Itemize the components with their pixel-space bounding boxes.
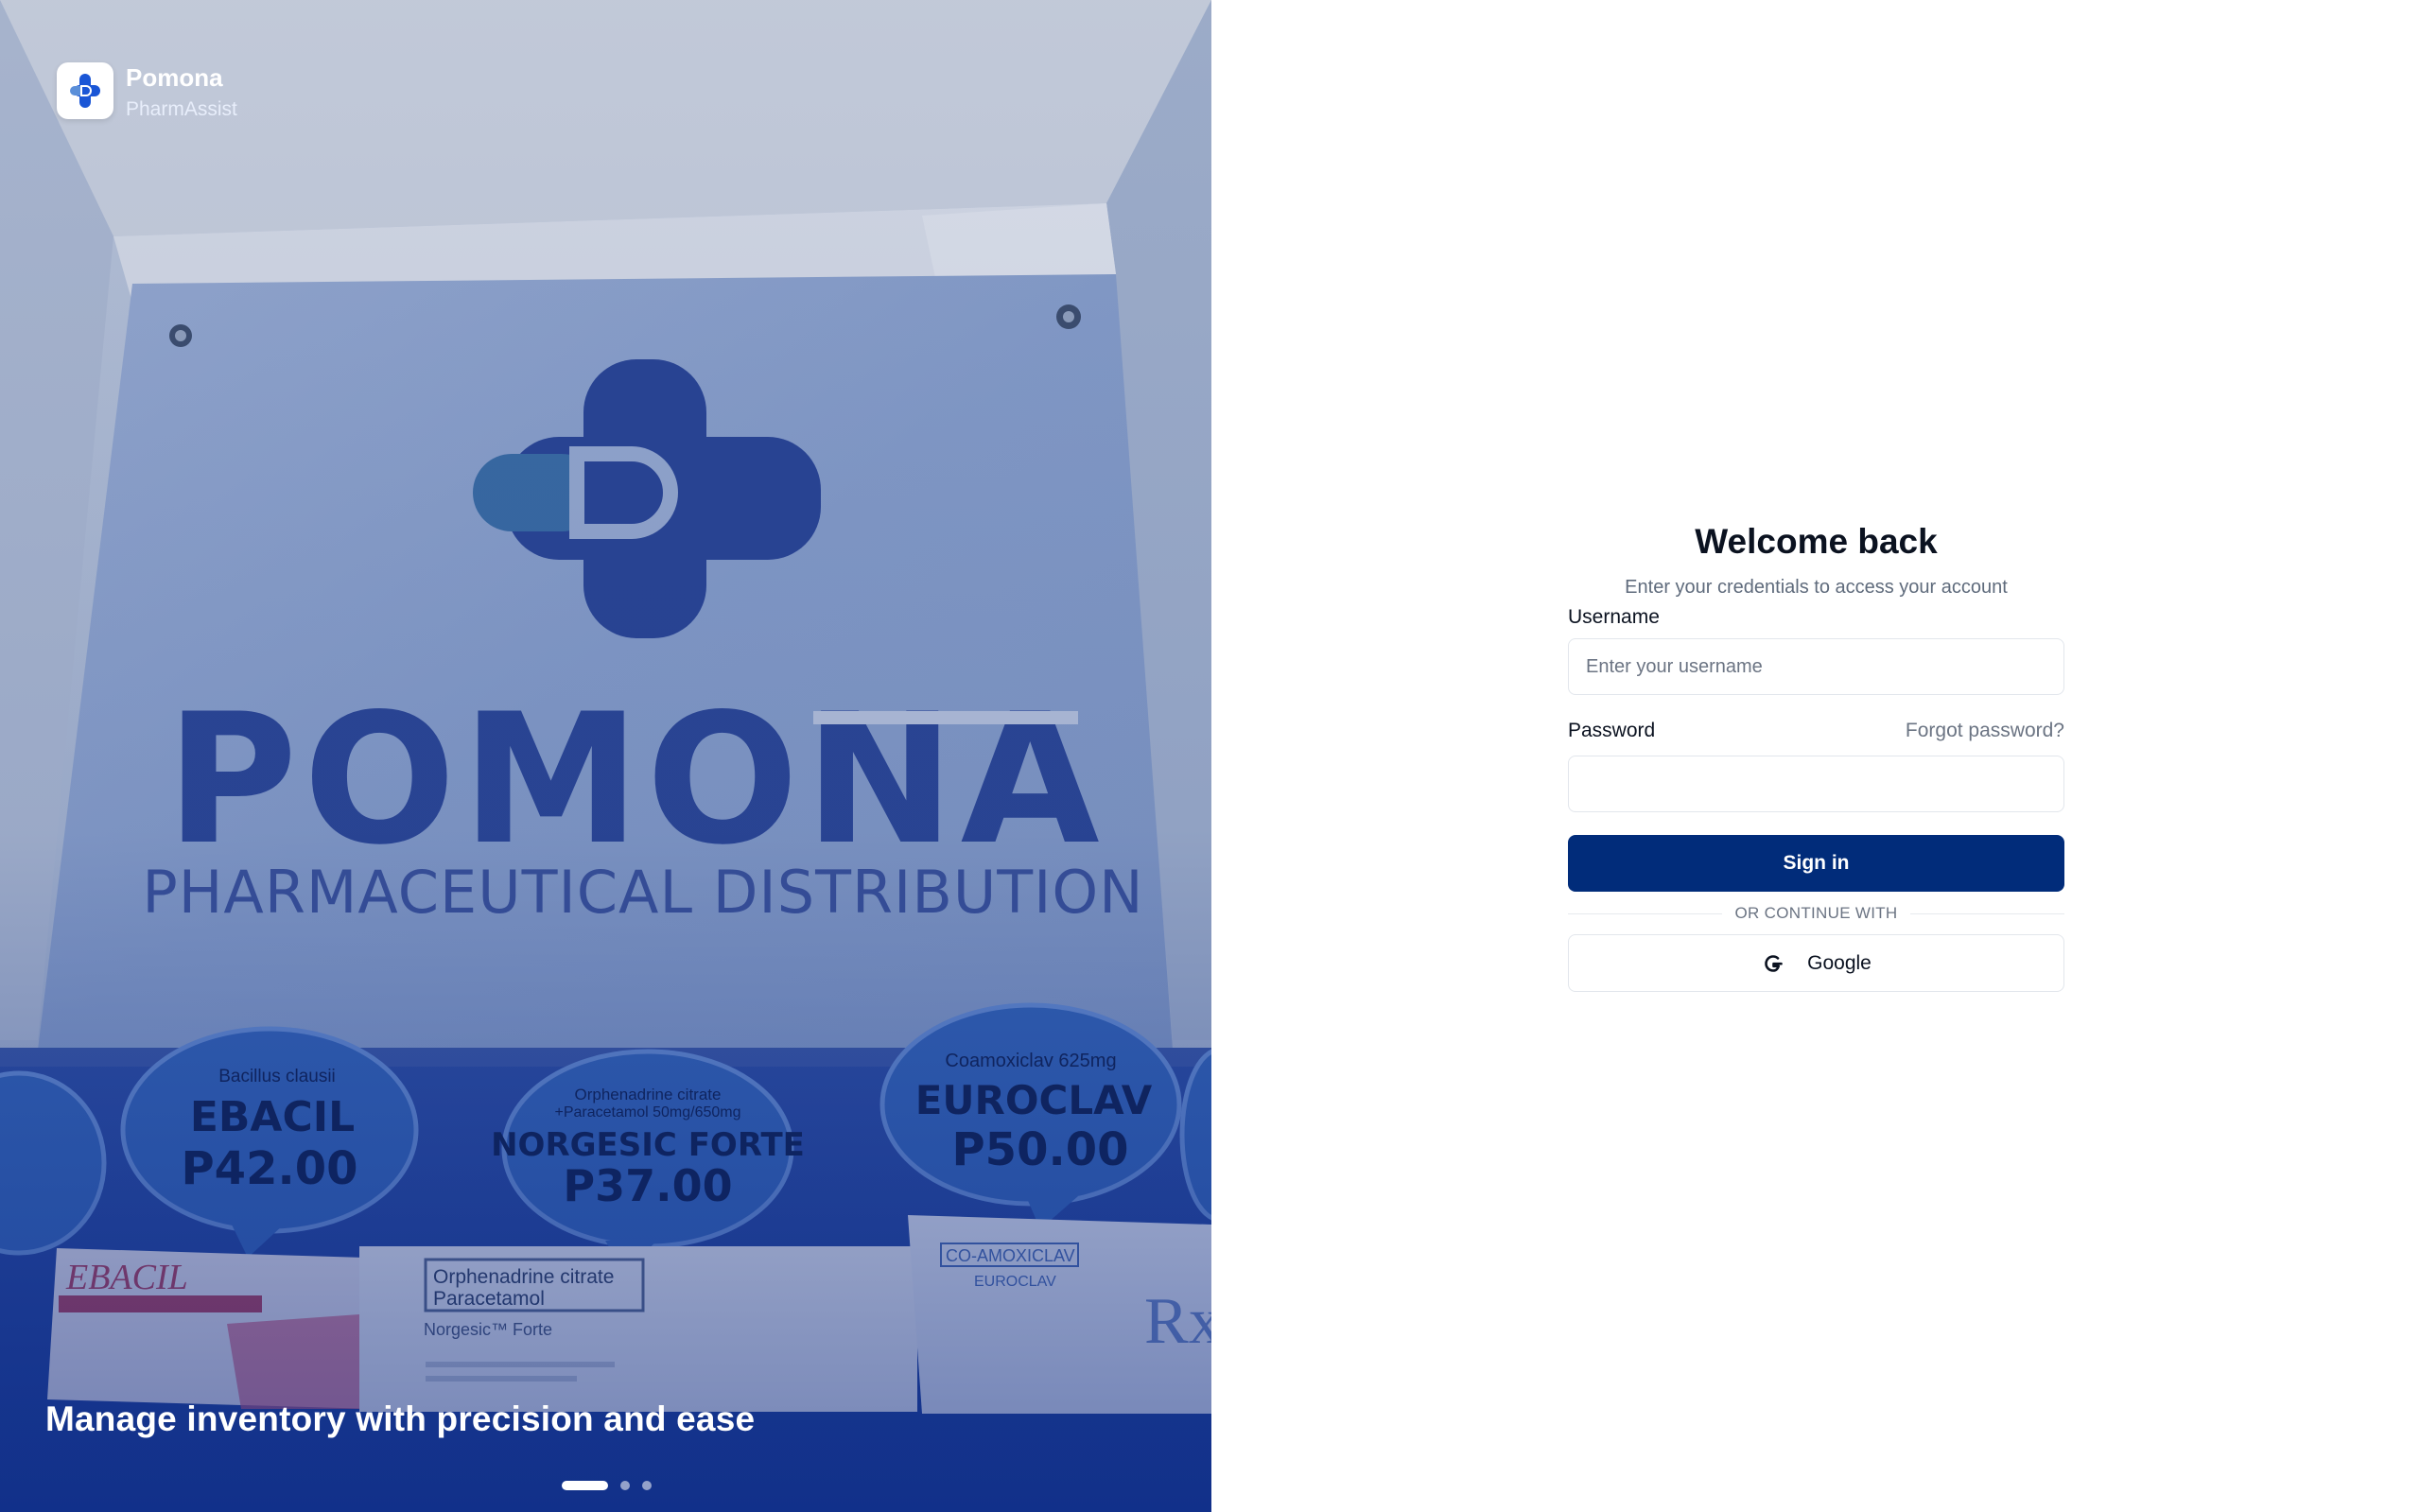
svg-text:Rx: Rx bbox=[1144, 1285, 1211, 1358]
svg-text:Orphenadrine citrate: Orphenadrine citrate bbox=[575, 1086, 722, 1104]
page-subtitle: Enter your credentials to access your ac… bbox=[1625, 577, 2008, 598]
svg-text:NORGESIC FORTE: NORGESIC FORTE bbox=[491, 1126, 805, 1164]
password-label: Password bbox=[1568, 720, 1656, 741]
login-panel: Welcome back Enter your credentials to a… bbox=[1211, 0, 2420, 1512]
svg-text:Coamoxiclav 625mg: Coamoxiclav 625mg bbox=[945, 1051, 1116, 1071]
svg-text:CO-AMOXICLAV: CO-AMOXICLAV bbox=[946, 1246, 1075, 1265]
svg-text:+Paracetamol 50mg/650mg: +Paracetamol 50mg/650mg bbox=[555, 1104, 741, 1121]
password-label-row: Password Forgot password? bbox=[1568, 719, 2064, 743]
carousel-dot-2[interactable] bbox=[620, 1481, 630, 1490]
brand-text: Pomona PharmAssist bbox=[126, 62, 237, 122]
svg-text:EBACIL: EBACIL bbox=[65, 1258, 188, 1297]
login-page: POMONA PHARMACEUTICAL DISTRIBUTION Bacil… bbox=[0, 0, 2420, 1512]
hero-caption: Manage inventory with precision and ease bbox=[45, 1399, 756, 1438]
google-icon bbox=[1761, 951, 1785, 976]
google-sign-in-button[interactable]: Google bbox=[1568, 934, 2064, 992]
hero-image: POMONA PHARMACEUTICAL DISTRIBUTION Bacil… bbox=[0, 0, 1211, 1512]
svg-text:Norgesic™ Forte: Norgesic™ Forte bbox=[424, 1320, 552, 1339]
brand: Pomona PharmAssist bbox=[57, 62, 237, 122]
divider-line-right bbox=[1910, 912, 2065, 914]
svg-text:Orphenadrine citrate: Orphenadrine citrate bbox=[433, 1266, 614, 1288]
divider-text: OR CONTINUE WITH bbox=[1734, 904, 1898, 922]
google-button-label: Google bbox=[1807, 951, 1872, 974]
brand-name: Pomona bbox=[126, 63, 223, 92]
username-label: Username bbox=[1568, 606, 1660, 628]
svg-text:EUROCLAV: EUROCLAV bbox=[974, 1274, 1056, 1290]
hero-panel: POMONA PHARMACEUTICAL DISTRIBUTION Bacil… bbox=[0, 0, 1211, 1512]
svg-text:EUROCLAV: EUROCLAV bbox=[915, 1077, 1153, 1123]
carousel-indicator bbox=[562, 1481, 652, 1490]
login-form: Welcome back Enter your credentials to a… bbox=[1568, 520, 2065, 992]
svg-text:P42.00: P42.00 bbox=[181, 1142, 357, 1195]
svg-text:EBACIL: EBACIL bbox=[190, 1093, 355, 1141]
forgot-password-link[interactable]: Forgot password? bbox=[1906, 720, 2064, 742]
svg-text:P50.00: P50.00 bbox=[951, 1123, 1128, 1176]
svg-text:POMONA: POMONA bbox=[165, 675, 1105, 884]
svg-text:PHARMACEUTICAL DISTRIBUTION: PHARMACEUTICAL DISTRIBUTION bbox=[142, 858, 1143, 927]
divider: OR CONTINUE WITH bbox=[1568, 904, 2065, 923]
username-input[interactable] bbox=[1568, 638, 2064, 695]
brand-tagline: PharmAssist bbox=[126, 98, 237, 120]
password-input[interactable] bbox=[1568, 756, 2064, 812]
carousel-dot-1[interactable] bbox=[562, 1481, 608, 1490]
svg-text:Bacillus clausii: Bacillus clausii bbox=[218, 1067, 336, 1086]
svg-text:P37.00: P37.00 bbox=[563, 1160, 732, 1211]
pharmacy-cross-logo-icon bbox=[57, 62, 113, 119]
svg-text:Paracetamol: Paracetamol bbox=[433, 1288, 545, 1310]
page-title: Welcome back bbox=[1695, 522, 1938, 561]
sign-in-button[interactable]: Sign in bbox=[1568, 835, 2064, 892]
carousel-dot-3[interactable] bbox=[642, 1481, 652, 1490]
divider-line-left bbox=[1568, 912, 1722, 914]
